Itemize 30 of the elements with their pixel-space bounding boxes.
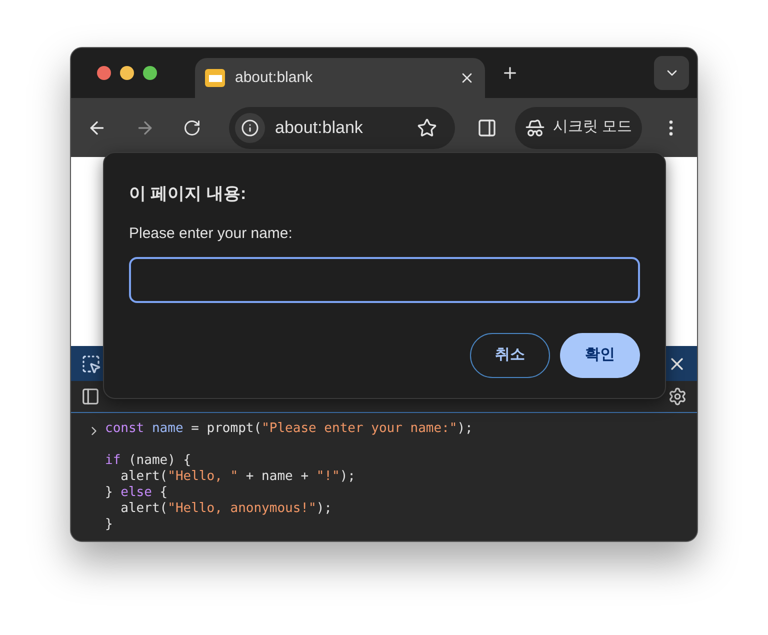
code-line: } else {: [105, 485, 169, 501]
confirm-button[interactable]: 확인: [560, 333, 640, 378]
sidebar-toggle-icon[interactable]: [81, 387, 100, 406]
incognito-label: 시크릿 모드: [553, 117, 632, 138]
name-input-field[interactable]: [129, 257, 640, 303]
url-text: about:blank: [275, 116, 364, 139]
page-icon: [205, 69, 225, 87]
incognito-icon: [525, 118, 545, 138]
inspect-icon[interactable]: [81, 354, 101, 374]
settings-icon[interactable]: [668, 387, 687, 406]
zoom-window-button[interactable]: [143, 66, 157, 80]
dialog-title: 이 페이지 내용:: [129, 183, 248, 205]
browser-tab[interactable]: about:blank: [195, 58, 485, 98]
cancel-button[interactable]: 취소: [470, 333, 550, 378]
tab-title: about:blank: [235, 68, 314, 88]
code-line: if (name) {: [105, 453, 192, 469]
minimize-window-button[interactable]: [120, 66, 134, 80]
dialog-message: Please enter your name:: [129, 224, 294, 244]
side-panel-icon[interactable]: [477, 118, 497, 138]
bookmark-star-icon[interactable]: [417, 118, 437, 138]
reload-icon[interactable]: [183, 118, 201, 136]
address-bar[interactable]: about:blank: [229, 106, 455, 148]
code-line: const name = prompt("Please enter your name:");: [105, 421, 473, 437]
site-info-icon[interactable]: [235, 112, 265, 142]
code-line: alert("Hello, " + name + "!");: [120, 469, 356, 485]
code-line: alert("Hello, anonymous!");: [120, 501, 333, 517]
incognito-chip[interactable]: 시크릿 모드: [515, 106, 642, 148]
new-tab-icon[interactable]: [501, 64, 519, 82]
code-line: }: [105, 517, 114, 533]
close-window-button[interactable]: [97, 66, 111, 80]
